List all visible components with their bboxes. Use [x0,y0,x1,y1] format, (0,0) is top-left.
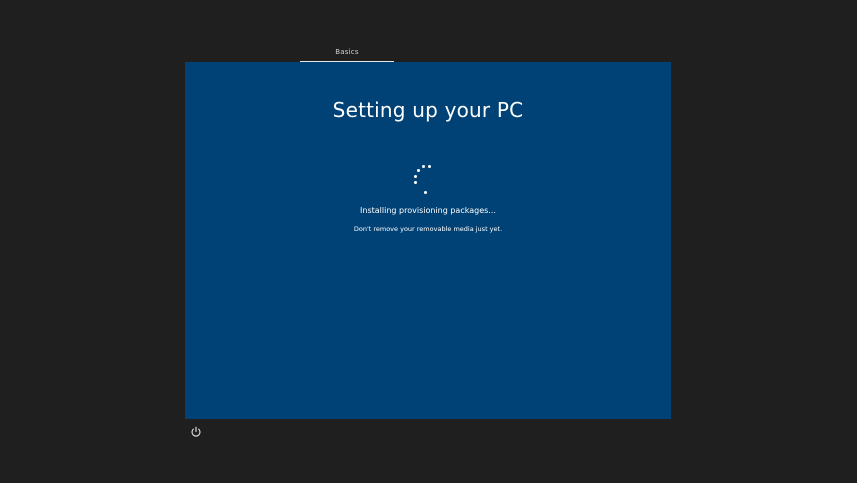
loading-spinner-icon [413,163,435,195]
tab-basics-label: Basics [335,48,359,56]
power-button[interactable] [189,425,203,439]
page-title: Setting up your PC [332,98,524,122]
setup-panel: Setting up your PC Installing provisioni… [185,62,671,419]
spinner-dot [414,181,417,184]
power-icon [189,425,203,439]
spinner-dot [414,175,417,178]
spinner-dot [417,169,420,172]
oobe-screen: Basics Setting up your PC Installing pro… [0,0,857,483]
status-submessage: Don't remove your removable media just y… [353,225,503,233]
spinner-dot [424,191,427,194]
tab-basics[interactable]: Basics [300,44,394,63]
spinner-dot [422,165,425,168]
spinner-dot [428,165,431,168]
status-message: Installing provisioning packages... [360,206,496,215]
